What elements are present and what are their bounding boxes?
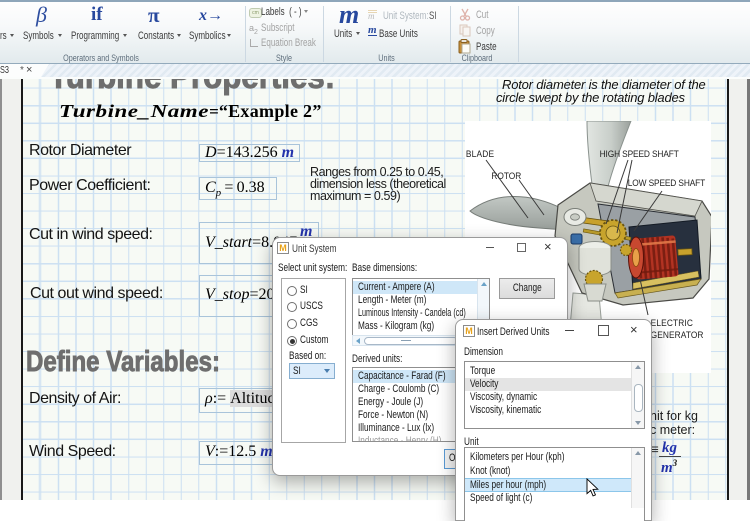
svg-text:LOW SPEED SHAFT: LOW SPEED SHAFT <box>628 178 706 189</box>
svg-text:ELECTRIC: ELECTRIC <box>651 318 694 329</box>
svg-text:HIGH SPEED SHAFT: HIGH SPEED SHAFT <box>600 149 680 160</box>
svg-text:BLADE: BLADE <box>466 149 494 160</box>
svg-text:ROTOR: ROTOR <box>491 171 521 182</box>
svg-text:GENERATOR: GENERATOR <box>651 330 704 341</box>
